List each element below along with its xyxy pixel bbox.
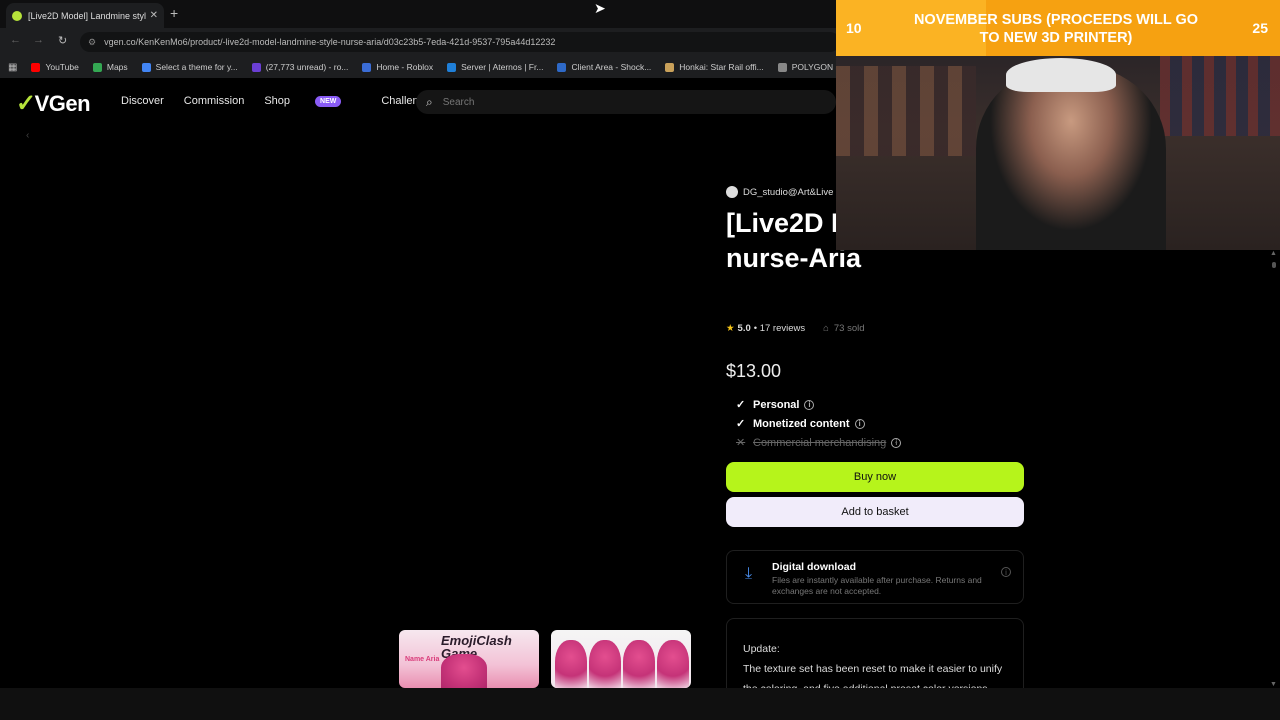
- bookmark-item[interactable]: YouTube: [31, 62, 79, 72]
- search-icon: ⌕: [426, 94, 433, 109]
- character-art: [555, 640, 587, 688]
- bookmark-item[interactable]: (27,773 unread) - ro...: [251, 62, 348, 72]
- url-field[interactable]: ⚙ vgen.co/KenKenMo6/product/-live2d-mode…: [80, 32, 840, 52]
- nav-shop[interactable]: Shop NEW: [264, 95, 361, 107]
- star-icon: ★: [726, 323, 735, 334]
- bookmark-item[interactable]: Honkai: Star Rail offi...: [665, 62, 764, 72]
- aternos-icon: [447, 62, 457, 72]
- license-personal: ✓ Personal i: [736, 398, 815, 411]
- thumbnail-name: Name Aria: [405, 656, 440, 663]
- sub-goal-text: NOVEMBER SUBS (PROCEEDS WILL GO TO NEW 3…: [913, 12, 1199, 46]
- new-tab-button[interactable]: +: [170, 5, 178, 21]
- seller-link[interactable]: DG_studio@Art&Live: [726, 186, 833, 198]
- update-text: The texture set has been reset to make i…: [743, 663, 1003, 688]
- scroll-down-icon[interactable]: ▼: [1270, 681, 1277, 688]
- tag-icon: ⌂: [823, 323, 829, 334]
- nav-discover[interactable]: Discover: [121, 95, 164, 107]
- back-icon[interactable]: ←: [10, 34, 21, 46]
- product-price: $13.00: [726, 361, 782, 381]
- check-icon: ✓: [736, 418, 746, 430]
- forward-icon[interactable]: →: [33, 34, 44, 46]
- add-to-basket-button[interactable]: Add to basket: [726, 497, 1024, 527]
- buy-now-button[interactable]: Buy now: [726, 462, 1024, 492]
- back-chevron-icon[interactable]: ‹: [26, 130, 29, 141]
- streamer-cap: [1006, 58, 1116, 92]
- license-monetized: ✓ Monetized content i: [736, 417, 865, 430]
- update-heading: Update:: [743, 643, 780, 655]
- product-thumbnail-1[interactable]: EmojiClash Game Name Aria: [399, 630, 539, 688]
- browser-tab[interactable]: [Live2D Model] Landmine style ✕: [6, 3, 164, 28]
- bookmark-item[interactable]: Maps: [92, 62, 128, 72]
- sold-count: ⌂ 73 sold: [823, 323, 865, 334]
- webcam-feed: [836, 56, 1280, 250]
- taskbar: [0, 688, 1280, 720]
- new-badge: NEW: [315, 95, 342, 107]
- info-icon[interactable]: i: [854, 418, 865, 429]
- mail-icon: [251, 62, 261, 72]
- streamer: [976, 66, 1166, 250]
- reviews-link[interactable]: • 17 reviews: [754, 323, 805, 334]
- vgen-favicon-icon: [12, 10, 22, 21]
- download-note: Files are instantly available after purc…: [772, 575, 982, 596]
- figure-shelf: [836, 66, 976, 156]
- site-info-icon[interactable]: ⚙: [88, 37, 96, 48]
- shockbyte-icon: [557, 62, 567, 72]
- youtube-icon: [31, 62, 41, 72]
- character-art: [657, 640, 689, 688]
- bookmark-item[interactable]: Home - Roblox: [362, 62, 433, 72]
- scroll-thumb[interactable]: [1272, 262, 1276, 268]
- reload-icon[interactable]: ↻: [58, 34, 67, 47]
- bookmark-item[interactable]: Server | Aternos | Fr...: [447, 62, 543, 72]
- nav-shop-label: Shop: [264, 95, 291, 107]
- url-text: vgen.co/KenKenMo6/product/-live2d-model-…: [104, 37, 556, 47]
- roblox-icon: [362, 62, 372, 72]
- download-icon: ⤓: [745, 565, 753, 582]
- character-art: [441, 654, 487, 688]
- info-icon[interactable]: i: [804, 399, 815, 410]
- scroll-up-icon[interactable]: ▲: [1270, 250, 1277, 257]
- seller-name: DG_studio@Art&Live: [743, 186, 834, 198]
- apps-grid-icon[interactable]: ▦: [8, 62, 17, 73]
- check-icon: ✓: [736, 399, 746, 411]
- character-art: [589, 640, 621, 688]
- sub-goal-banner: 10 NOVEMBER SUBS (PROCEEDS WILL GO TO NE…: [836, 0, 1280, 56]
- logo-text: VGen: [34, 90, 91, 116]
- nav-commission[interactable]: Commission: [184, 95, 245, 107]
- info-icon[interactable]: i: [891, 437, 902, 448]
- search-placeholder: Search: [442, 96, 475, 108]
- close-tab-icon[interactable]: ✕: [150, 10, 158, 21]
- maps-icon: [92, 62, 102, 72]
- bookmark-item[interactable]: Select a theme for y...: [141, 62, 238, 72]
- vgen-logo-mark-icon: ✓: [16, 90, 36, 117]
- digital-download-card: ⤓ Digital download Files are instantly a…: [726, 550, 1024, 604]
- product-thumbnail-2[interactable]: [551, 630, 691, 688]
- seller-avatar: [726, 186, 738, 198]
- main-nav: Discover Commission Shop NEW Challenge: [121, 95, 451, 107]
- license-commercial: ✕ Commercial merchandising i: [736, 436, 902, 449]
- mouse-cursor-icon: ➤: [594, 0, 606, 16]
- chrome-theme-icon: [141, 62, 151, 72]
- bookmark-item[interactable]: Client Area - Shock...: [557, 62, 651, 72]
- polygon-icon: [777, 62, 787, 72]
- download-title: Digital download: [772, 561, 856, 573]
- tab-title: [Live2D Model] Landmine style: [28, 10, 146, 21]
- info-icon[interactable]: i: [1001, 567, 1011, 577]
- rating-row: ★ 5.0 • 17 reviews ⌂ 73 sold: [726, 323, 865, 334]
- honkai-icon: [665, 62, 675, 72]
- cross-icon: ✕: [736, 437, 746, 449]
- figure-shelf: [1160, 56, 1280, 136]
- sub-goal-target: 25: [1252, 20, 1268, 36]
- update-description: Update: The texture set has been reset t…: [726, 618, 1024, 688]
- vgen-logo[interactable]: ✓ VGen: [16, 89, 91, 118]
- character-art: [623, 640, 655, 688]
- rating-value: 5.0: [737, 323, 751, 334]
- search-input[interactable]: ⌕ Search: [416, 90, 836, 114]
- page-scrollbar[interactable]: ▲ ▼: [1270, 250, 1278, 688]
- sub-goal-current: 10: [846, 20, 862, 36]
